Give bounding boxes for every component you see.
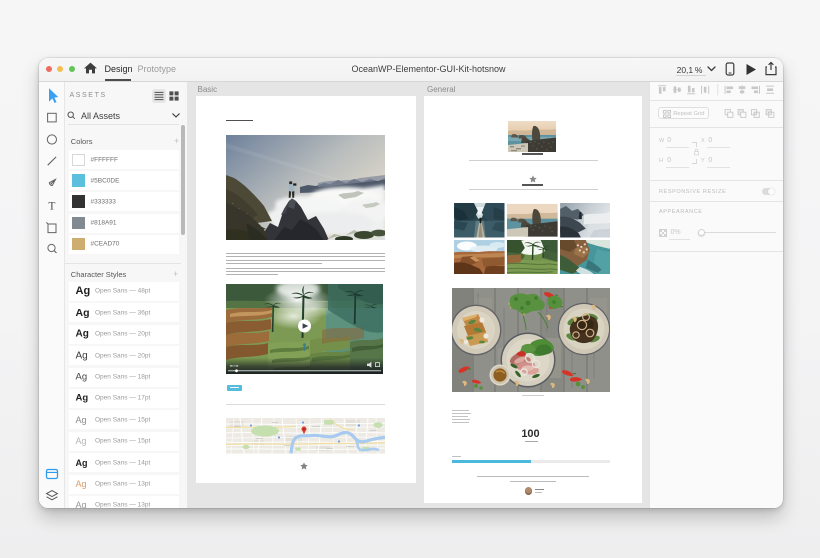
svg-text:T: T [48, 201, 55, 213]
